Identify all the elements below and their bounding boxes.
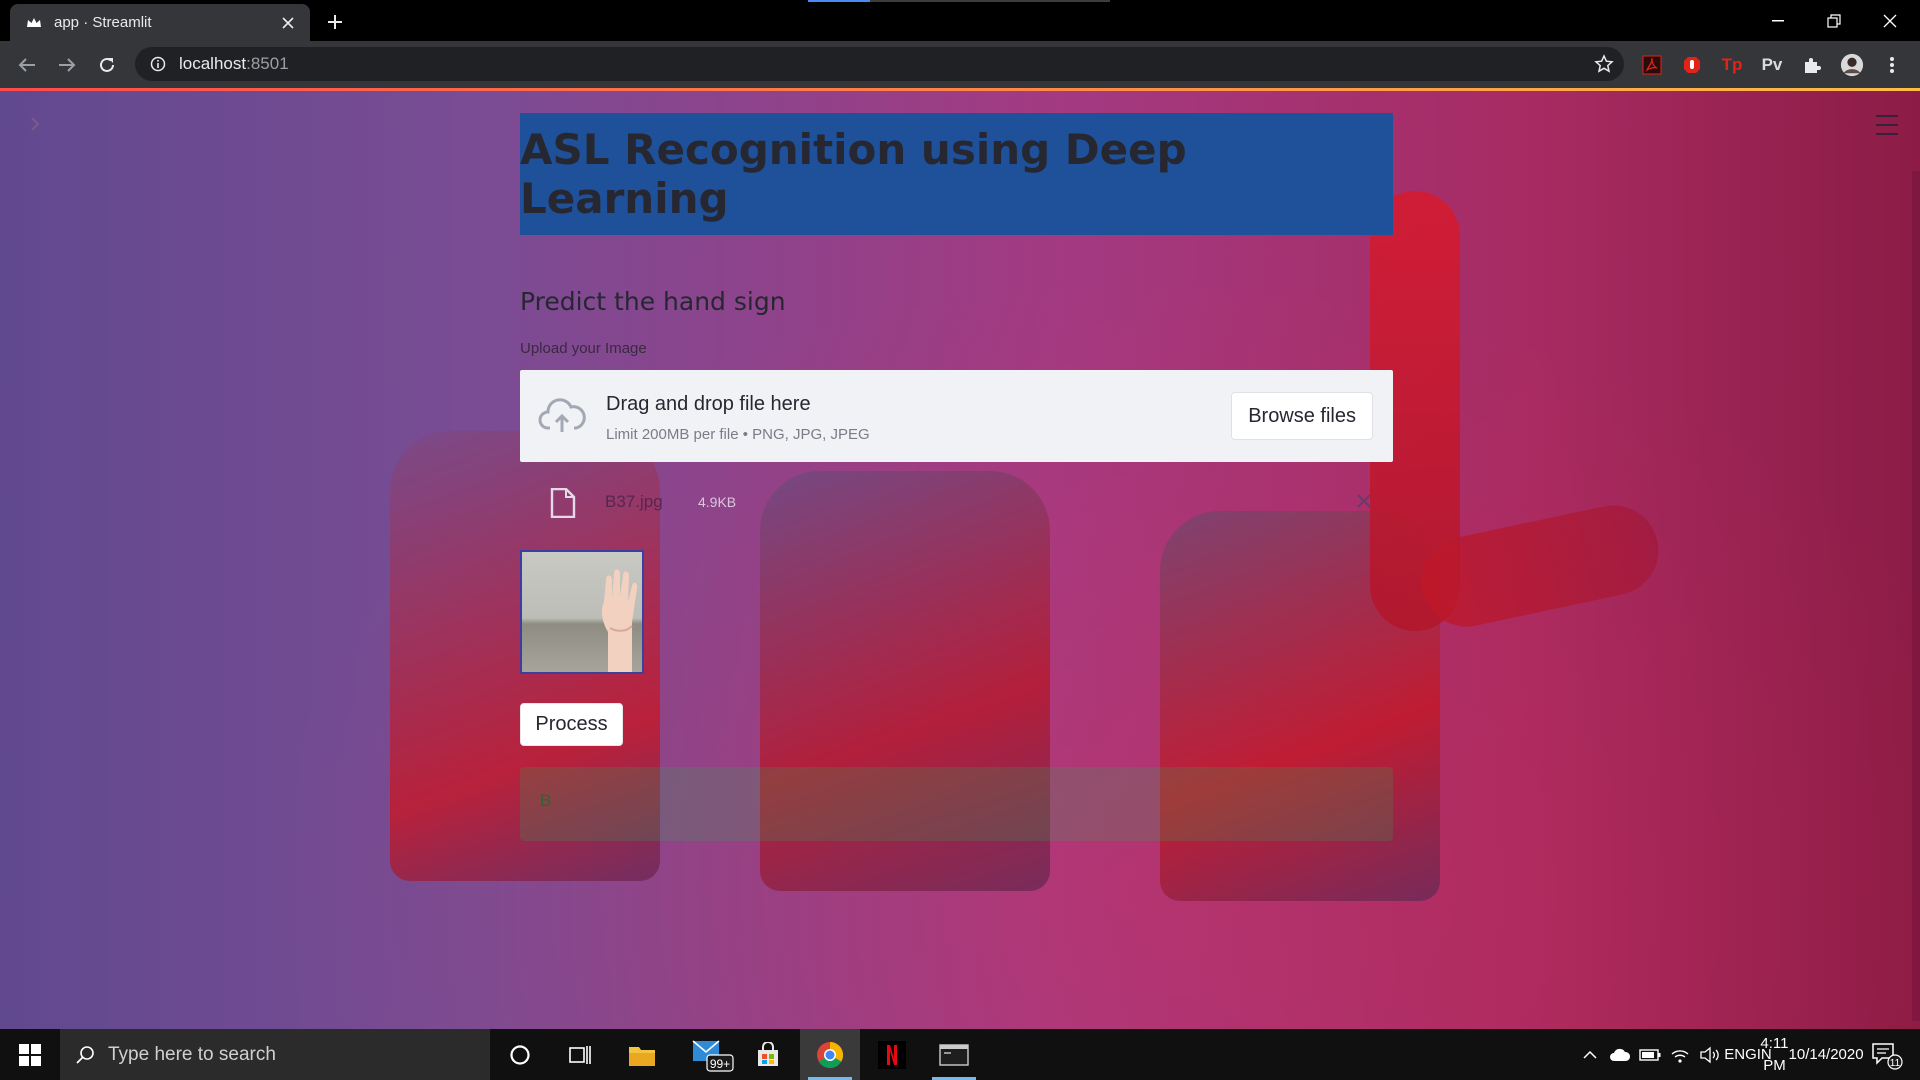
dropzone-limit: Limit 200MB per file • PNG, JPG, JPEG <box>606 426 870 443</box>
adblock-hand-icon[interactable] <box>1680 53 1704 77</box>
store-icon[interactable] <box>738 1029 798 1080</box>
clock-date: 10/14/2020 <box>1788 1045 1864 1063</box>
process-button[interactable]: Process <box>520 703 623 746</box>
mail-icon[interactable]: 99+ <box>682 1029 742 1080</box>
clock-time: 4:11 PM <box>1760 1034 1789 1074</box>
browse-files-button[interactable]: Browse files <box>1231 392 1373 440</box>
windows-taskbar: Type here to search 99+ ENG IN 4:11 PM 1… <box>0 1029 1920 1080</box>
site-info-icon[interactable] <box>149 55 167 73</box>
streamlit-crown-icon <box>26 15 42 31</box>
title-banner: ASL Recognition using Deep Learning <box>520 113 1393 235</box>
cortana-icon[interactable] <box>490 1029 550 1080</box>
terminal-icon[interactable] <box>924 1029 984 1080</box>
address-bar[interactable]: localhost:8501 <box>135 47 1624 81</box>
pdf-extension-icon[interactable] <box>1640 53 1664 77</box>
profile-avatar[interactable] <box>1840 53 1864 77</box>
back-arrow-icon[interactable] <box>12 50 42 80</box>
prediction-result-box: B <box>520 767 1393 841</box>
browser-tab-strip: app · Streamlit <box>0 0 1920 41</box>
taskbar-search-box[interactable]: Type here to search <box>60 1029 490 1080</box>
tp-extension[interactable]: Tp <box>1720 53 1744 77</box>
search-icon <box>74 1044 96 1066</box>
page-scrollbar[interactable] <box>1912 171 1920 1021</box>
browser-toolbar: localhost:8501 Tp Pv <box>0 41 1920 88</box>
uploaded-file-name: B37.jpg <box>605 492 663 511</box>
volume-icon[interactable] <box>1696 1029 1724 1080</box>
sidebar-expand-icon[interactable] <box>24 113 46 135</box>
prediction-result-text: B <box>540 791 552 810</box>
search-placeholder: Type here to search <box>108 1043 276 1065</box>
window-close-icon[interactable] <box>1862 0 1918 41</box>
notification-center-icon[interactable]: 11 <box>1862 1029 1912 1080</box>
svg-text:11: 11 <box>1890 1058 1901 1069</box>
tab-close-icon[interactable] <box>278 13 298 33</box>
dropzone-instructions: Drag and drop file here <box>606 393 811 415</box>
uploaded-file-row: B37.jpg 4.9KB <box>545 482 1375 522</box>
reload-icon[interactable] <box>92 50 122 80</box>
page-title: ASL Recognition using Deep Learning <box>520 125 1187 223</box>
puzzle-extensions-icon[interactable] <box>1800 53 1824 77</box>
uploaded-image-thumbnail <box>520 550 644 674</box>
remove-file-icon[interactable] <box>1353 490 1375 512</box>
streamlit-page: ASL Recognition using Deep Learning Pred… <box>0 91 1920 1029</box>
file-icon <box>550 488 576 518</box>
chrome-menu-icon[interactable] <box>1880 53 1904 77</box>
minimize-icon[interactable] <box>1750 0 1806 41</box>
url-text: localhost:8501 <box>179 54 289 73</box>
battery-icon[interactable] <box>1636 1029 1664 1080</box>
uploaded-file-size: 4.9KB <box>698 494 737 510</box>
wifi-icon[interactable] <box>1666 1029 1694 1080</box>
clock[interactable]: 4:11 PM 10/14/2020 <box>1760 1029 1863 1080</box>
restore-icon[interactable] <box>1806 0 1862 41</box>
cloud-upload-icon <box>538 396 586 436</box>
onedrive-cloud-icon[interactable] <box>1606 1029 1634 1080</box>
tab-title: app · Streamlit <box>54 14 152 31</box>
subheader: Predict the hand sign <box>520 287 786 316</box>
task-view-icon[interactable] <box>550 1029 610 1080</box>
tray-overflow-chevron-icon[interactable] <box>1578 1029 1602 1080</box>
language-code: ENG <box>1724 1045 1757 1063</box>
pv-extension[interactable]: Pv <box>1760 53 1784 77</box>
netflix-icon[interactable] <box>862 1029 922 1080</box>
file-explorer-icon[interactable] <box>612 1029 672 1080</box>
hamburger-menu-icon[interactable] <box>1876 115 1898 135</box>
tab-search-bar <box>808 0 1110 2</box>
forward-arrow-icon[interactable] <box>52 50 82 80</box>
bookmark-star-icon[interactable] <box>1594 54 1614 74</box>
browser-tab[interactable]: app · Streamlit <box>10 4 310 41</box>
uploader-label: Upload your Image <box>520 340 647 357</box>
chrome-taskbar-icon[interactable] <box>800 1029 860 1080</box>
new-tab-icon[interactable] <box>322 9 348 35</box>
svg-text:99+: 99+ <box>710 1057 730 1071</box>
windows-start-icon[interactable] <box>0 1029 60 1080</box>
file-dropzone[interactable]: Drag and drop file here Limit 200MB per … <box>520 370 1393 462</box>
